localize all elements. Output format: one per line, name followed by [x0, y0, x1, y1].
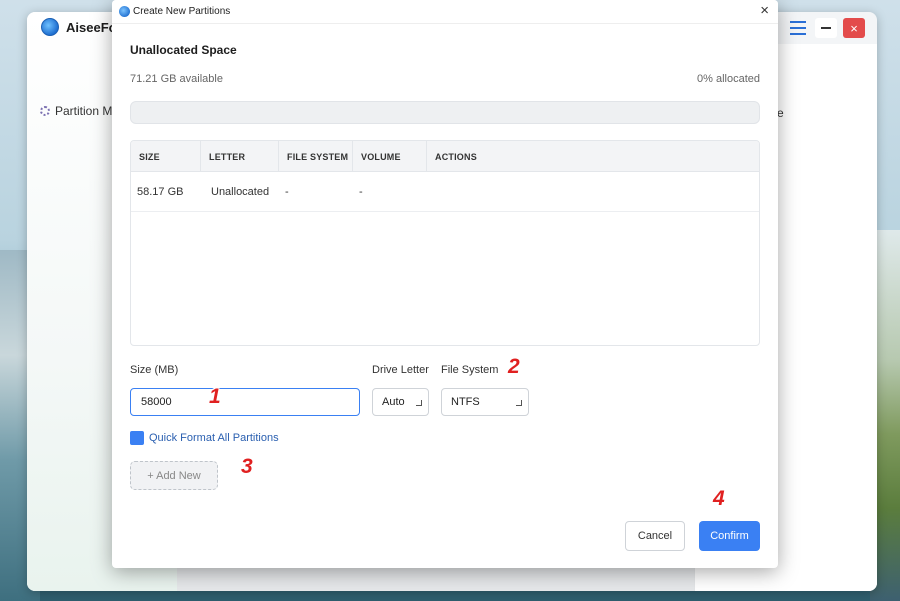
cancel-button[interactable]: Cancel [625, 521, 685, 551]
create-partitions-dialog: Create New Partitions × Unallocated Spac… [112, 0, 778, 568]
file-system-label: File System [441, 364, 499, 376]
step-marker-2: 2 [508, 355, 520, 378]
available-space-text: 71.21 GB available [130, 73, 223, 85]
sidebar-item-label: Partition Ma [55, 104, 120, 118]
dialog-close-button[interactable]: × [760, 2, 769, 20]
step-marker-1: 1 [209, 385, 221, 408]
quick-format-label[interactable]: Quick Format All Partitions [149, 432, 279, 444]
quick-format-checkbox[interactable] [130, 431, 144, 445]
confirm-button[interactable]: Confirm [699, 521, 760, 551]
dropdown-corner-icon [416, 400, 422, 406]
minimize-button[interactable] [815, 18, 837, 38]
add-new-button[interactable]: + Add New [130, 461, 218, 490]
cell-letter: Unallocated [211, 186, 270, 198]
cell-file-system: - [285, 186, 289, 198]
cell-volume: - [359, 186, 363, 198]
table-row[interactable]: 58.17 GB Unallocated - - [131, 172, 759, 212]
step-marker-4: 4 [713, 487, 725, 510]
cell-actions [427, 172, 759, 212]
column-header-volume: VOLUME [353, 141, 427, 172]
drive-letter-label: Drive Letter [372, 364, 429, 376]
column-header-letter: LETTER [201, 141, 279, 172]
drive-letter-value: Auto [382, 396, 405, 408]
step-marker-3: 3 [241, 455, 253, 478]
close-window-button[interactable]: × [843, 18, 865, 38]
cell-size: 58.17 GB [137, 186, 184, 198]
quick-format-option[interactable]: Quick Format All Partitions [130, 431, 279, 445]
allocated-percent-text: 0% allocated [697, 73, 760, 85]
menu-icon[interactable] [787, 18, 809, 38]
section-title: Unallocated Space [130, 43, 237, 57]
content-footer [177, 567, 694, 591]
dialog-titlebar: Create New Partitions × [112, 0, 778, 24]
app-logo-icon [119, 6, 130, 17]
column-header-file-system: FILE SYSTEM [279, 141, 353, 172]
dropdown-corner-icon [516, 400, 522, 406]
file-system-select[interactable]: NTFS [441, 388, 529, 416]
size-input[interactable] [130, 388, 360, 416]
table-header: SIZE LETTER FILE SYSTEM VOLUME ACTIONS [131, 141, 759, 172]
file-system-value: NTFS [451, 396, 480, 408]
dialog-title: Create New Partitions [133, 6, 231, 17]
partitions-table: SIZE LETTER FILE SYSTEM VOLUME ACTIONS 5… [130, 140, 760, 346]
sidebar-item-partition-manager[interactable]: Partition Ma [40, 104, 119, 118]
column-header-size: SIZE [131, 141, 201, 172]
size-label: Size (MB) [130, 364, 179, 376]
window-controls: × [787, 18, 865, 38]
gear-icon [40, 106, 50, 116]
right-panel-text: e [777, 106, 784, 120]
allocation-progress-bar [130, 101, 760, 124]
app-logo-icon [41, 18, 59, 36]
drive-letter-select[interactable]: Auto [372, 388, 429, 416]
column-header-actions: ACTIONS [435, 151, 477, 162]
